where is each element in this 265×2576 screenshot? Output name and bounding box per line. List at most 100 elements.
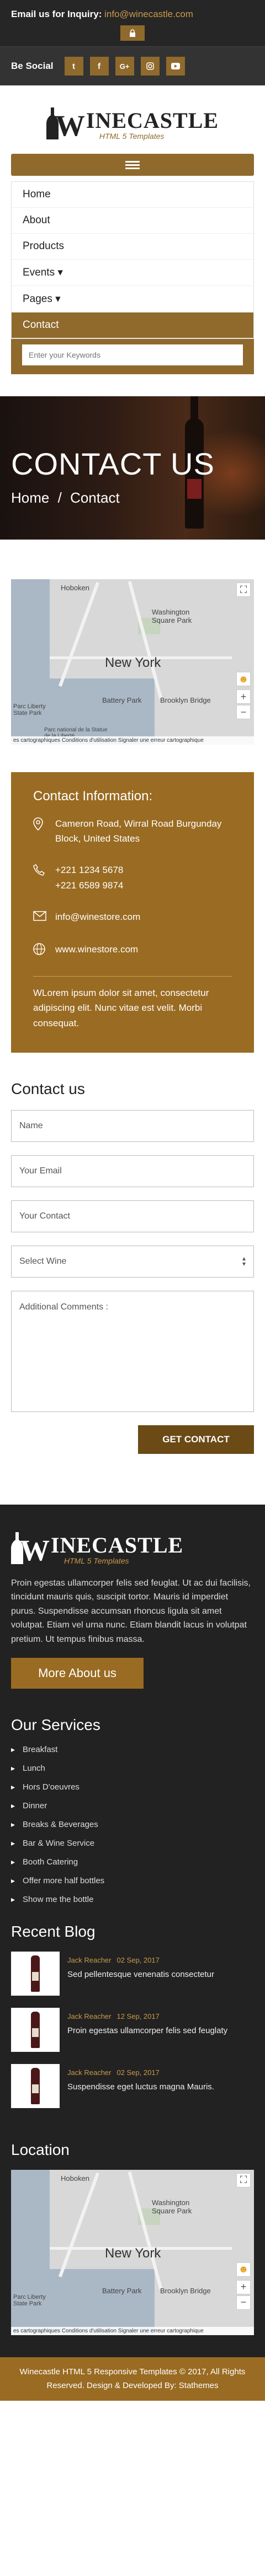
logo-tagline: HTML 5 Templates [64, 1556, 129, 1565]
footer-logo[interactable]: W INECASTLE HTML 5 Templates [11, 1532, 254, 1565]
google-map[interactable]: Hoboken Washington Square Park New York … [11, 579, 254, 745]
email-link[interactable]: info@winestore.com [55, 909, 140, 924]
service-link[interactable]: Show me the bottle [11, 1895, 254, 1904]
globe-icon [33, 942, 55, 960]
inquiry-email-link[interactable]: info@winecastle.com [104, 9, 193, 19]
zoom-out-button[interactable]: − [236, 2295, 251, 2310]
name-field[interactable]: Name [11, 1109, 254, 1142]
service-link[interactable]: Lunch [11, 1764, 254, 1773]
map-label: New York [105, 2245, 161, 2261]
post-author: Jack Reacher [67, 2012, 112, 2020]
map-label: New York [105, 655, 161, 670]
more-about-button[interactable]: More About us [11, 1657, 144, 1689]
service-link[interactable]: Booth Catering [11, 1857, 254, 1867]
website-row: www.winestore.com [33, 942, 232, 960]
fullscreen-button[interactable]: ⛶ [236, 583, 251, 597]
blog-post[interactable]: Jack Reacher 02 Sep, 2017 Sed pellentesqu… [11, 1951, 254, 1996]
services-title: Our Services [11, 1716, 100, 1733]
service-link[interactable]: Offer more half bottles [11, 1876, 254, 1885]
street-view-icon[interactable]: ☻ [236, 672, 251, 686]
menu-item-pages[interactable]: Pages ▾ [12, 286, 253, 312]
zoom-out-button[interactable]: − [236, 705, 251, 719]
youtube-icon[interactable] [166, 57, 185, 76]
service-link[interactable]: Breaks & Beverages [11, 1820, 254, 1829]
menu-item-about[interactable]: About [12, 208, 253, 234]
logo-name: INECASTLE [86, 108, 219, 133]
phone-icon [33, 863, 55, 880]
service-link[interactable]: Dinner [11, 1801, 254, 1810]
contact-info-box: Contact Information: Cameron Road, Wirra… [11, 772, 254, 1053]
contact-field[interactable]: Your Contact [11, 1200, 254, 1232]
logo-area: W INECASTLE HTML 5 Templates [0, 85, 265, 154]
website-link[interactable]: www.winestore.com [55, 942, 138, 957]
logo-name: INECASTLE [51, 1532, 184, 1558]
top-bar: Email us for Inquiry: info@winecastle.co… [0, 0, 265, 46]
street-view-icon[interactable]: ☻ [236, 2262, 251, 2277]
contact-info-title: Contact Information: [33, 789, 153, 804]
menu-item-events[interactable]: Events ▾ [12, 260, 253, 286]
phone-1[interactable]: +221 1234 5678 [55, 863, 123, 877]
footer-map[interactable]: Hoboken Washington Square Park New York … [11, 2169, 254, 2335]
map-label: Parc Liberty State Park [13, 2293, 46, 2307]
post-title[interactable]: Suspendisse eget luctus magna Mauris. [67, 2082, 214, 2092]
footer: W INECASTLE HTML 5 Templates Proin egest… [0, 1504, 265, 2401]
post-author: Jack Reacher [67, 2068, 112, 2077]
service-link[interactable]: Hors D'oeuvres [11, 1782, 254, 1792]
login-button[interactable] [120, 25, 145, 41]
menu-toggle-button[interactable] [11, 154, 254, 176]
map-footer: es cartographiques Conditions d'utilisat… [11, 736, 254, 745]
blog-post[interactable]: Jack Reacher 12 Sep, 2017 Proin egestas u… [11, 2007, 254, 2052]
menu-item-products[interactable]: Products [12, 234, 253, 260]
envelope-icon [33, 909, 55, 925]
zoom-in-button[interactable]: + [236, 689, 251, 704]
post-title[interactable]: Sed pellentesque venenatis consectetur [67, 1970, 214, 1979]
page-banner: CONTACT US Home / Contact [0, 396, 265, 540]
address-text: Cameron Road, Wirral Road Burgunday Bloc… [55, 818, 222, 844]
facebook-icon[interactable]: f [89, 57, 109, 76]
service-link[interactable]: Breakfast [11, 1745, 254, 1754]
search-input[interactable] [22, 344, 243, 365]
map-label: Hoboken [61, 584, 90, 592]
phone-2[interactable]: +221 6589 9874 [55, 878, 123, 893]
hamburger-icon [125, 159, 140, 171]
breadcrumb-home[interactable]: Home [11, 489, 49, 506]
google-plus-icon[interactable]: G+ [115, 57, 134, 76]
map-label: Battery Park [102, 696, 142, 704]
logo-tagline: HTML 5 Templates [99, 132, 165, 141]
map-footer: es cartographiques Conditions d'utilisat… [11, 2326, 254, 2335]
post-date: 02 Sep, 2017 [116, 2068, 160, 2077]
services-list: Breakfast Lunch Hors D'oeuvres Dinner Br… [11, 1745, 254, 1904]
get-contact-button[interactable]: GET CONTACT [138, 1425, 254, 1454]
map-label: Battery Park [102, 2286, 142, 2295]
inquiry-label: Email us for Inquiry: [11, 9, 102, 19]
location-title: Location [11, 2141, 70, 2158]
map-label: Brooklyn Bridge [160, 2286, 211, 2295]
wine-select[interactable]: Select Wine ▴ ▾ [11, 1245, 254, 1278]
contact-form-title: Contact us [11, 1080, 85, 1097]
zoom-in-button[interactable]: + [236, 2279, 251, 2294]
social-bar: Be Social t f G+ [0, 46, 265, 85]
comments-textarea[interactable]: Additional Comments : [11, 1290, 254, 1412]
blog-thumbnail [11, 2007, 60, 2052]
blog-post[interactable]: Jack Reacher 02 Sep, 2017 Suspendisse ege… [11, 2063, 254, 2108]
email-row: info@winestore.com [33, 909, 232, 925]
site-logo[interactable]: W INECASTLE HTML 5 Templates [46, 107, 219, 141]
menu-item-home[interactable]: Home [12, 182, 253, 208]
breadcrumb: Home / Contact [11, 489, 120, 506]
post-date: 02 Sep, 2017 [116, 1955, 160, 1964]
menu-item-contact[interactable]: Contact [12, 312, 253, 338]
blog-thumbnail [11, 2063, 60, 2108]
inquiry-line: Email us for Inquiry: info@winecastle.co… [11, 9, 254, 20]
main-menu: Home About Products Events ▾ Pages ▾ Con… [11, 181, 254, 339]
twitter-icon[interactable]: t [64, 57, 83, 76]
contact-form: Contact us Name Your Email Your Contact … [11, 1080, 254, 1454]
logo-letter: W [55, 109, 85, 142]
post-title[interactable]: Proin egestas ullamcorper felis sed feug… [67, 2026, 227, 2035]
fullscreen-button[interactable]: ⛶ [236, 2173, 251, 2187]
divider [33, 976, 232, 977]
blog-title: Recent Blog [11, 1922, 96, 1940]
instagram-icon[interactable] [140, 57, 160, 76]
email-field[interactable]: Your Email [11, 1155, 254, 1187]
breadcrumb-current: Contact [70, 489, 120, 506]
service-link[interactable]: Bar & Wine Service [11, 1839, 254, 1848]
